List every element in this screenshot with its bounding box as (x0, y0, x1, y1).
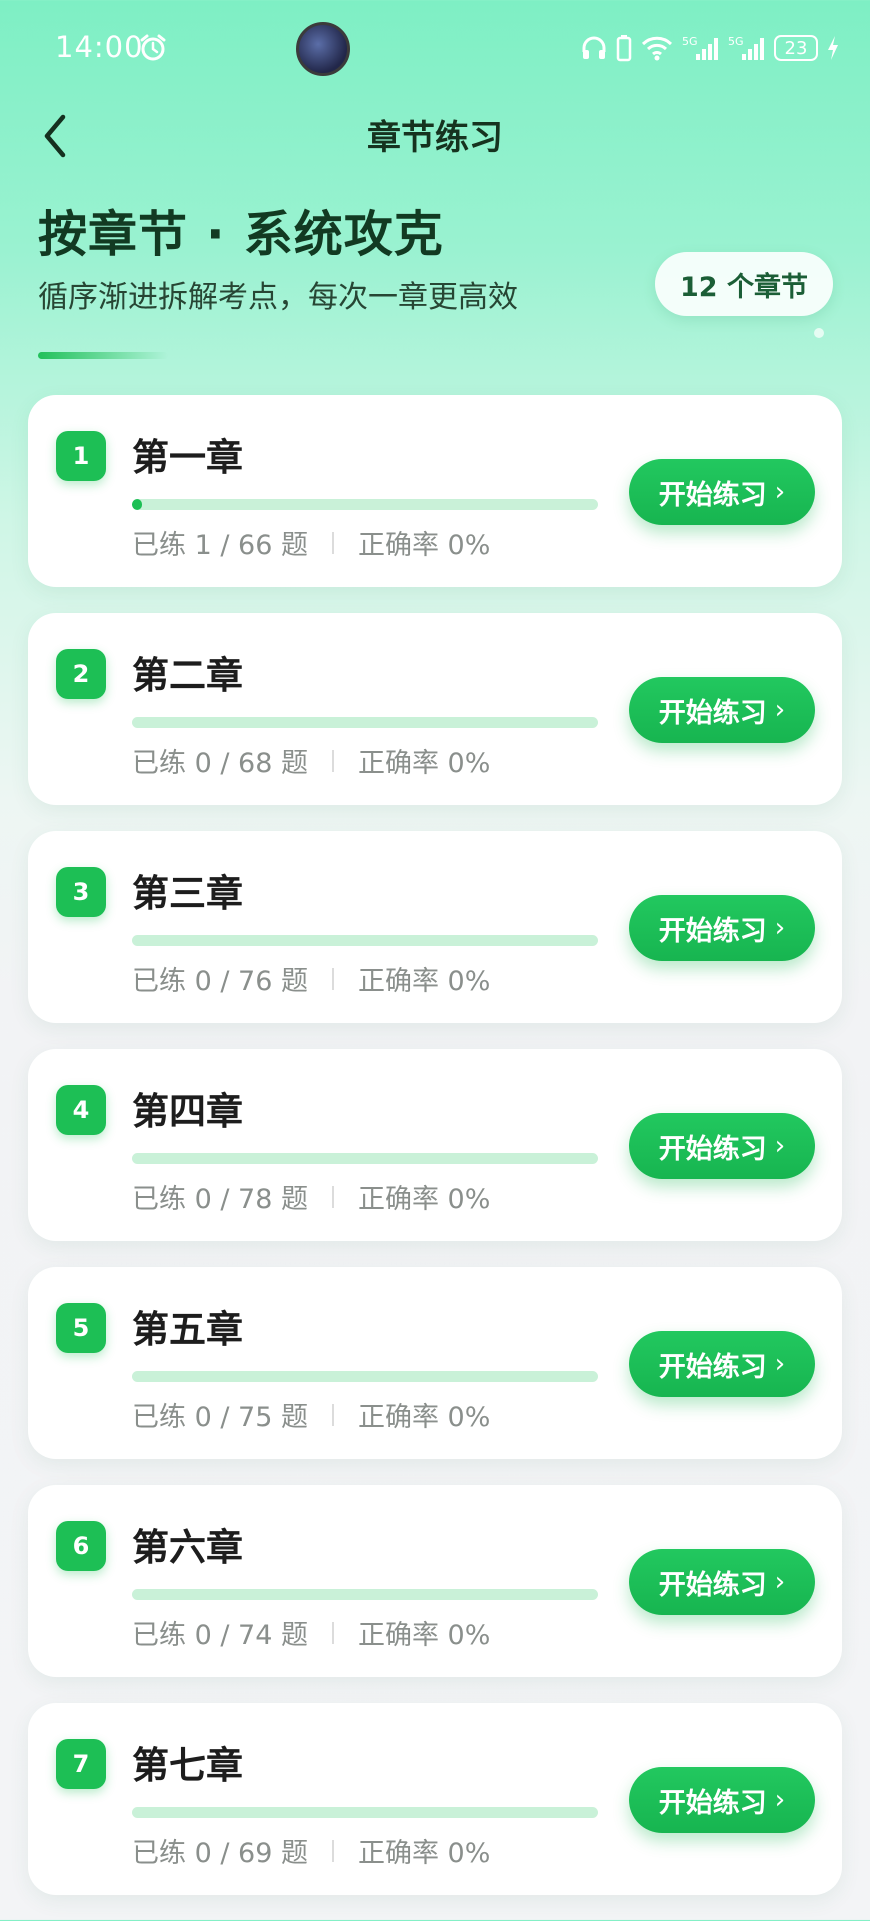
chapter-stats: 已练 0 / 69 题 正确率 0% (132, 1831, 490, 1870)
accuracy-rate: 正确率 0% (357, 1620, 491, 1651)
hero-title: 按章节 · 系统攻克 (38, 206, 444, 263)
progress-bar (132, 717, 598, 728)
chapter-card: 6 第六章 已练 0 / 74 题 正确率 0% 开始练习 › (28, 1485, 842, 1677)
start-practice-label: 开始练习 (658, 1787, 767, 1819)
practiced-count: 已练 0 / 76 题 (132, 966, 308, 997)
accuracy-rate: 正确率 0% (357, 1184, 491, 1215)
battery-indicator: 23 (774, 35, 818, 61)
alarm-clock-icon (138, 33, 168, 63)
practiced-count: 已练 1 / 66 题 (132, 530, 308, 561)
charging-icon (826, 35, 840, 61)
start-practice-button[interactable]: 开始练习 › (629, 1549, 815, 1615)
progress-bar (132, 935, 598, 946)
progress-bar (132, 499, 598, 510)
chapter-title: 第七章 (132, 1744, 243, 1787)
start-practice-button[interactable]: 开始练习 › (629, 1767, 815, 1833)
chevron-right-icon: › (774, 1131, 786, 1161)
progress-fill (132, 499, 143, 510)
chapter-title: 第四章 (132, 1090, 243, 1133)
practiced-count: 已练 0 / 78 题 (132, 1184, 308, 1215)
network-label-1: 5G (682, 35, 698, 48)
divider (331, 967, 334, 990)
status-icons: 5G 5G 23 (580, 30, 840, 66)
chapter-title: 第二章 (132, 654, 243, 697)
chapter-stats: 已练 0 / 74 题 正确率 0% (132, 1613, 490, 1652)
chapter-title: 第三章 (132, 872, 243, 915)
chapter-number-badge: 3 (56, 867, 106, 917)
chapter-card: 1 第一章 已练 1 / 66 题 正确率 0% 开始练习 › (28, 395, 842, 587)
chapter-card: 3 第三章 已练 0 / 76 题 正确率 0% 开始练习 › (28, 831, 842, 1023)
signal-5g-icon: 5G (682, 34, 720, 62)
chapter-title: 第一章 (132, 436, 243, 479)
accuracy-rate: 正确率 0% (357, 966, 491, 997)
chapter-card: 5 第五章 已练 0 / 75 题 正确率 0% 开始练习 › (28, 1267, 842, 1459)
chapter-stats: 已练 1 / 66 题 正确率 0% (132, 523, 490, 562)
divider (331, 1621, 334, 1644)
start-practice-label: 开始练习 (658, 1351, 767, 1383)
chapter-stats: 已练 0 / 78 题 正确率 0% (132, 1177, 490, 1216)
start-practice-button[interactable]: 开始练习 › (629, 677, 815, 743)
chapter-stats: 已练 0 / 68 题 正确率 0% (132, 741, 490, 780)
chapter-stats: 已练 0 / 76 题 正确率 0% (132, 959, 490, 998)
chevron-right-icon: › (774, 695, 786, 725)
chevron-right-icon: › (774, 1785, 786, 1815)
start-practice-button[interactable]: 开始练习 › (629, 895, 815, 961)
chapter-number-badge: 6 (56, 1521, 106, 1571)
accuracy-rate: 正确率 0% (357, 1402, 491, 1433)
chapter-card: 2 第二章 已练 0 / 68 题 正确率 0% 开始练习 › (28, 613, 842, 805)
practiced-count: 已练 0 / 68 题 (132, 748, 308, 779)
divider (331, 531, 334, 554)
start-practice-button[interactable]: 开始练习 › (629, 459, 815, 525)
signal-5g-icon: 5G (728, 34, 766, 62)
chapter-number-badge: 5 (56, 1303, 106, 1353)
chapter-number-badge: 4 (56, 1085, 106, 1135)
chapter-title: 第五章 (132, 1308, 243, 1351)
start-practice-label: 开始练习 (658, 1133, 767, 1165)
headphones-icon (580, 34, 608, 62)
chevron-right-icon: › (774, 1567, 786, 1597)
start-practice-label: 开始练习 (658, 697, 767, 729)
divider (331, 1185, 334, 1208)
accuracy-rate: 正确率 0% (357, 748, 491, 779)
progress-bar (132, 1807, 598, 1818)
chapter-number-badge: 7 (56, 1739, 106, 1789)
status-bar: 14:00 5G 5G 23 (0, 0, 870, 100)
page-title: 章节练习 (367, 118, 503, 158)
start-practice-button[interactable]: 开始练习 › (629, 1331, 815, 1397)
practiced-count: 已练 0 / 75 题 (132, 1402, 308, 1433)
chapter-count-badge: 12 个章节 (655, 252, 833, 316)
start-practice-button[interactable]: 开始练习 › (629, 1113, 815, 1179)
decorative-dot (814, 328, 824, 338)
wifi-icon (640, 34, 674, 62)
chapter-title: 第六章 (132, 1526, 243, 1569)
notification-app-icon (296, 22, 350, 76)
practiced-count: 已练 0 / 69 题 (132, 1838, 308, 1869)
chevron-right-icon: › (774, 477, 786, 507)
practiced-count: 已练 0 / 74 题 (132, 1620, 308, 1651)
chapter-card: 7 第七章 已练 0 / 69 题 正确率 0% 开始练习 › (28, 1703, 842, 1895)
start-practice-label: 开始练习 (658, 1569, 767, 1601)
chapter-stats: 已练 0 / 75 题 正确率 0% (132, 1395, 490, 1434)
start-practice-label: 开始练习 (658, 915, 767, 947)
divider (331, 1839, 334, 1862)
progress-bar (132, 1589, 598, 1600)
chapter-number-badge: 1 (56, 431, 106, 481)
status-time: 14:00 (55, 30, 144, 64)
chapter-list: 1 第一章 已练 1 / 66 题 正确率 0% 开始练习 › 2 第二章 已练… (28, 395, 842, 1921)
hero-underline (38, 352, 168, 359)
chevron-right-icon: › (774, 913, 786, 943)
divider (331, 749, 334, 772)
network-label-2: 5G (728, 35, 744, 48)
accuracy-rate: 正确率 0% (357, 1838, 491, 1869)
progress-bar (132, 1371, 598, 1382)
start-practice-label: 开始练习 (658, 479, 767, 511)
chapter-number-badge: 2 (56, 649, 106, 699)
accuracy-rate: 正确率 0% (357, 530, 491, 561)
chevron-right-icon: › (774, 1349, 786, 1379)
divider (331, 1403, 334, 1426)
progress-bar (132, 1153, 598, 1164)
chapter-card: 4 第四章 已练 0 / 78 题 正确率 0% 开始练习 › (28, 1049, 842, 1241)
battery-saver-icon (616, 34, 632, 62)
hero-subtitle: 循序渐进拆解考点，每次一章更高效 (38, 280, 518, 315)
